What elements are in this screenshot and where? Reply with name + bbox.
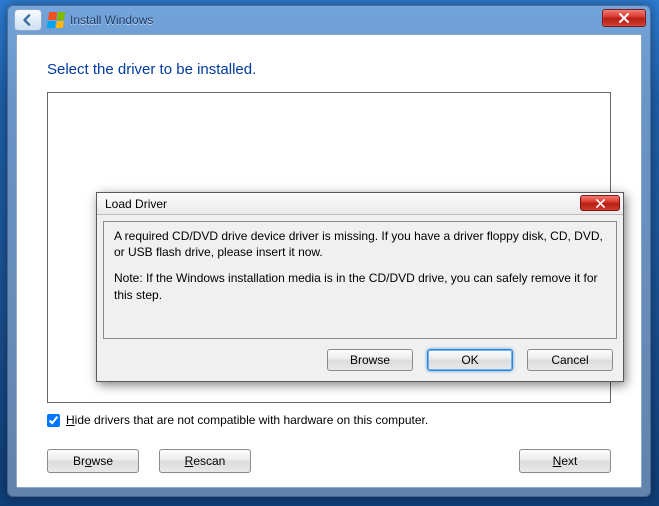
dialog-text-1: A required CD/DVD drive device driver is…: [114, 228, 606, 260]
close-icon: [618, 13, 630, 23]
load-driver-dialog: Load Driver A required CD/DVD drive devi…: [96, 192, 624, 382]
main-window-title: Install Windows: [70, 13, 153, 27]
page-heading: Select the driver to be installed.: [47, 61, 611, 78]
hide-incompatible-checkbox[interactable]: [47, 414, 60, 427]
back-button[interactable]: [14, 9, 42, 31]
main-close-button[interactable]: [602, 9, 646, 27]
desktop-background: Install Windows Select the driver to be …: [0, 0, 659, 506]
dialog-text-2: Note: If the Windows installation media …: [114, 270, 606, 302]
windows-logo-icon: [47, 12, 65, 28]
dialog-button-row: Browse OK Cancel: [97, 345, 623, 381]
dialog-close-button[interactable]: [580, 195, 620, 211]
dialog-titlebar[interactable]: Load Driver: [97, 193, 623, 215]
close-icon: [595, 199, 606, 208]
back-arrow-icon: [21, 13, 35, 27]
footer-button-row: Browse Rescan Next: [47, 449, 611, 473]
dialog-cancel-button[interactable]: Cancel: [527, 349, 613, 371]
next-button[interactable]: Next: [519, 449, 611, 473]
main-titlebar: Install Windows: [8, 6, 650, 34]
dialog-ok-button[interactable]: OK: [427, 349, 513, 371]
rescan-button[interactable]: Rescan: [159, 449, 251, 473]
dialog-body: A required CD/DVD drive device driver is…: [103, 221, 617, 339]
hide-incompatible-row[interactable]: Hide drivers that are not compatible wit…: [47, 413, 611, 427]
hide-incompatible-label: Hide drivers that are not compatible wit…: [66, 413, 428, 427]
dialog-browse-button[interactable]: Browse: [327, 349, 413, 371]
browse-button[interactable]: Browse: [47, 449, 139, 473]
dialog-title: Load Driver: [105, 197, 167, 211]
